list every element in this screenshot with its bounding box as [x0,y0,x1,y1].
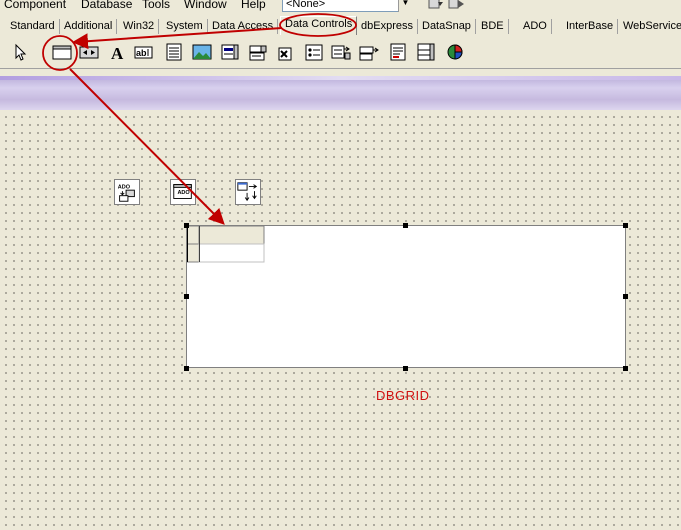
tab-system[interactable]: System [162,19,208,34]
dbrichedit-icon[interactable] [388,42,408,62]
ado-connection-icon[interactable]: ADO [114,179,140,205]
chevron-down-icon[interactable]: ▼ [398,0,412,12]
menu-window[interactable]: Window [184,0,227,11]
dbgrid-header [187,226,265,263]
dbimage-icon[interactable] [192,42,212,62]
menu-bar: Component Database Tools Window Help <No… [0,0,681,14]
tab-ado[interactable]: ADO [519,19,552,34]
selection-handle[interactable] [184,366,189,371]
svg-text:ADO: ADO [177,190,190,196]
menu-help[interactable]: Help [241,0,266,11]
component-palette: A ab [0,35,681,69]
tab-webservices[interactable]: WebServices [619,19,681,34]
selection-handle[interactable] [184,223,189,228]
tab-data-controls[interactable]: Data Controls [280,16,358,35]
selection-handle[interactable] [184,294,189,299]
palette-tabs: Standard Additional Win32 System Data Ac… [0,14,681,36]
set-debug-desktop-icon[interactable] [448,0,466,11]
selection-handle[interactable] [403,223,408,228]
tab-win32[interactable]: Win32 [119,19,160,34]
menu-database[interactable]: Database [81,0,132,11]
dblookuplistbox-icon[interactable] [331,42,351,62]
form-caption-highlight [0,76,681,80]
dbedit-icon[interactable]: ab [134,42,154,62]
tab-bde[interactable]: BDE [477,19,509,34]
dbctrlgrid-icon[interactable] [416,42,436,62]
tab-interbase[interactable]: InterBase [562,19,619,34]
pointer-icon[interactable] [12,43,32,63]
dbcheckbox-icon[interactable] [276,42,296,62]
menu-tools[interactable]: Tools [142,0,170,11]
dblistbox-icon[interactable] [220,42,240,62]
dbradiogroup-icon[interactable] [304,42,324,62]
tab-data-access[interactable]: Data Access [208,19,279,34]
dbcombobox-icon[interactable] [248,42,268,62]
dblookupcombobox-icon[interactable] [359,42,379,62]
dbgrid[interactable] [186,225,626,368]
selection-handle[interactable] [403,366,408,371]
menu-component[interactable]: Component [4,0,66,11]
svg-text:ab: ab [136,48,147,58]
dbtext-icon[interactable]: A [108,42,128,62]
selection-handle[interactable] [623,294,628,299]
svg-text:A: A [111,44,124,62]
dbgrid-icon[interactable] [52,42,72,62]
desktop-combo[interactable]: <None> [282,0,412,12]
dbmemo-icon[interactable] [164,42,184,62]
save-desktop-icon[interactable] [427,0,445,11]
selection-handle[interactable] [623,366,628,371]
selection-handle[interactable] [623,223,628,228]
dbchart-icon[interactable] [445,42,465,62]
tab-dbexpress[interactable]: dbExpress [357,19,418,34]
grid-caption: DBGRID [376,388,430,403]
dbnavigator-icon[interactable] [79,42,99,62]
tab-datasnap[interactable]: DataSnap [418,19,476,34]
tab-additional[interactable]: Additional [60,19,118,34]
svg-text:ADO: ADO [118,184,131,190]
datasource-icon[interactable] [235,179,261,205]
form-caption-band [0,76,681,110]
ado-dataset-icon[interactable]: ADO [170,179,196,205]
tab-standard[interactable]: Standard [6,19,60,34]
